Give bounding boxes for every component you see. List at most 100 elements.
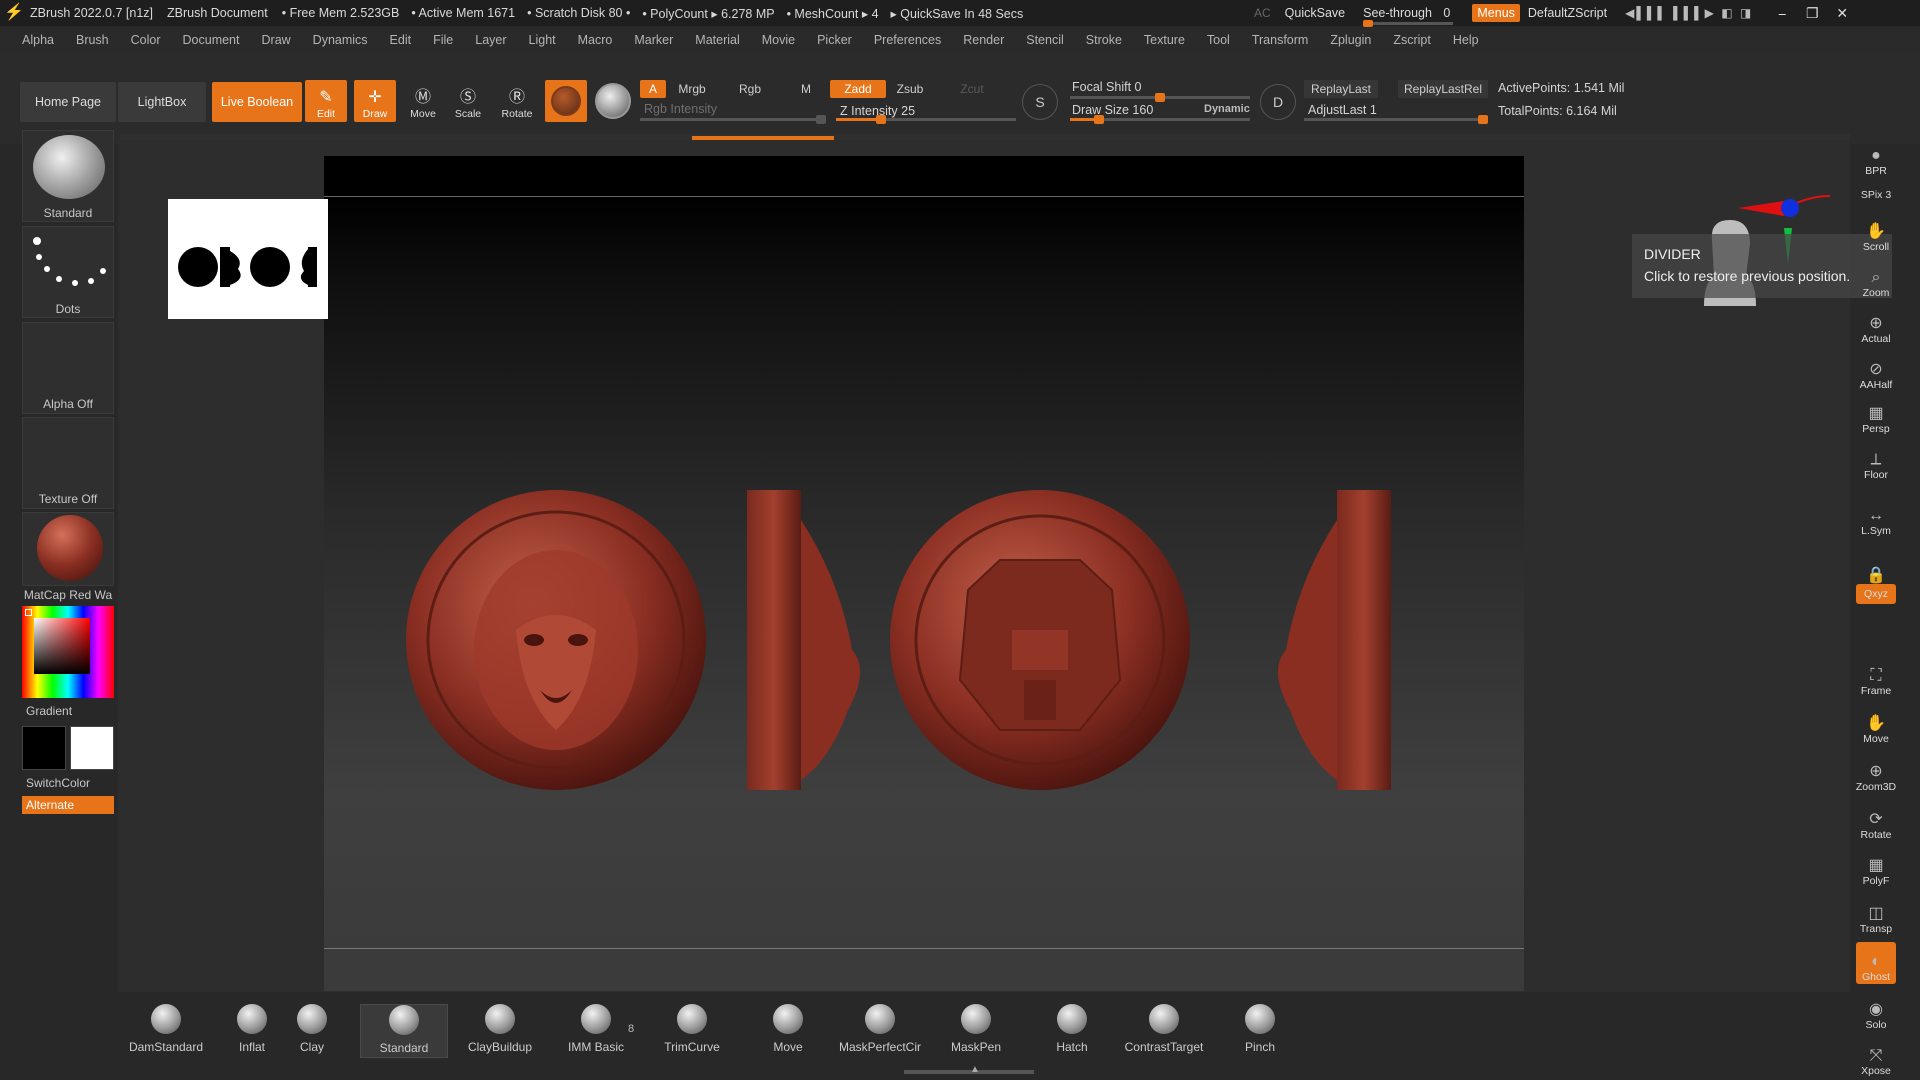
menu-document[interactable]: Document bbox=[183, 33, 240, 47]
menu-macro[interactable]: Macro bbox=[578, 33, 613, 47]
live-boolean-button[interactable]: Live Boolean bbox=[212, 82, 302, 122]
brush-imm-basic[interactable]: IMM Basic bbox=[552, 1004, 640, 1058]
view-spix-button[interactable]: SPix 3 bbox=[1856, 182, 1896, 202]
secondary-color-swatch[interactable] bbox=[70, 726, 114, 770]
menu-alpha[interactable]: Alpha bbox=[22, 33, 54, 47]
replay-last-button[interactable]: ReplayLast bbox=[1304, 80, 1378, 98]
material-sphere-button[interactable] bbox=[545, 80, 587, 122]
stroke-s-icon[interactable]: S bbox=[1022, 84, 1058, 120]
focal-shift-knob[interactable] bbox=[1155, 93, 1165, 102]
focal-shift-slider[interactable] bbox=[1070, 93, 1250, 102]
view-floor-button[interactable]: ⟂ Floor bbox=[1856, 440, 1896, 482]
view-aahalf-button[interactable]: ⊘ AAHalf bbox=[1856, 350, 1896, 392]
dynamic-toggle[interactable]: Dynamic bbox=[1204, 103, 1250, 115]
menu-color[interactable]: Color bbox=[131, 33, 161, 47]
default-zscript-button[interactable]: DefaultZScript bbox=[1528, 6, 1607, 20]
lion-medallion-side-right[interactable] bbox=[747, 490, 861, 790]
mrgb-toggle[interactable]: Mrgb bbox=[672, 80, 712, 98]
rgb-intensity-slider[interactable] bbox=[640, 115, 826, 124]
menu-stencil[interactable]: Stencil bbox=[1026, 33, 1064, 47]
view-xpose-button[interactable]: ⤧ Xpose bbox=[1856, 1036, 1896, 1078]
menus-toggle[interactable]: Menus bbox=[1472, 4, 1520, 22]
brush-standard[interactable]: Standard bbox=[360, 1004, 448, 1058]
draw-mode-button[interactable]: ✛ Draw bbox=[354, 80, 396, 122]
color-sphere-button[interactable] bbox=[592, 80, 634, 122]
brush-claybuildup[interactable]: ClayBuildup bbox=[456, 1004, 544, 1058]
menu-edit[interactable]: Edit bbox=[390, 33, 412, 47]
menu-material[interactable]: Material bbox=[695, 33, 739, 47]
z-axis-ball[interactable] bbox=[1781, 199, 1799, 217]
view-lock-button[interactable]: 🔒 bbox=[1856, 544, 1896, 586]
menu-movie[interactable]: Movie bbox=[762, 33, 795, 47]
minimize-button[interactable]: ⎯ bbox=[1767, 5, 1797, 22]
lightbox-button[interactable]: LightBox bbox=[118, 82, 206, 122]
draw-size-knob[interactable] bbox=[1093, 115, 1104, 124]
zsub-toggle[interactable]: Zsub bbox=[892, 80, 928, 98]
view-zoom3d-button[interactable]: ⊕ Zoom3D bbox=[1856, 752, 1896, 794]
view-actual-button[interactable]: ⊕ Actual bbox=[1856, 304, 1896, 346]
move-mode-button[interactable]: Ⓜ Move bbox=[402, 80, 444, 122]
lion-medallion-front[interactable] bbox=[406, 490, 706, 790]
menu-zplugin[interactable]: Zplugin bbox=[1330, 33, 1371, 47]
edit-mode-button[interactable]: ✎ Edit bbox=[305, 80, 347, 122]
layout-icons[interactable]: ◀▌▌▌ ▌▌▌▶ ◧ ◨ bbox=[1625, 6, 1753, 20]
lion-medallion-side-left[interactable] bbox=[1277, 490, 1391, 790]
rgb-toggle[interactable]: Rgb bbox=[732, 80, 768, 98]
m-toggle[interactable]: M bbox=[796, 80, 816, 98]
view-polyf-button[interactable]: ▦ PolyF bbox=[1856, 846, 1896, 888]
view-rotate-button[interactable]: ⟳ Rotate bbox=[1856, 800, 1896, 842]
replay-last-rel-button[interactable]: ReplayLastRel bbox=[1398, 80, 1488, 98]
bottom-divider-handle[interactable] bbox=[904, 1070, 1034, 1074]
view-lsym-button[interactable]: ↔ L.Sym bbox=[1856, 496, 1896, 538]
rotate-mode-button[interactable]: Ⓡ Rotate bbox=[496, 80, 538, 122]
view-frame-button[interactable]: ⛶ Frame bbox=[1856, 656, 1896, 698]
adjust-last-slider[interactable] bbox=[1304, 115, 1488, 124]
menu-file[interactable]: File bbox=[433, 33, 453, 47]
menu-transform[interactable]: Transform bbox=[1252, 33, 1309, 47]
close-button[interactable]: ✕ bbox=[1827, 5, 1857, 22]
menu-marker[interactable]: Marker bbox=[634, 33, 673, 47]
thumbnail-preview[interactable] bbox=[168, 199, 328, 319]
brush-pinch[interactable]: Pinch bbox=[1216, 1004, 1304, 1058]
brush-hatch[interactable]: Hatch bbox=[1028, 1004, 1116, 1058]
restore-button[interactable]: ❐ bbox=[1797, 5, 1827, 22]
menu-preferences[interactable]: Preferences bbox=[874, 33, 941, 47]
menu-tool[interactable]: Tool bbox=[1207, 33, 1230, 47]
menu-zscript[interactable]: Zscript bbox=[1393, 33, 1431, 47]
see-through-slider[interactable]: See-through 0 bbox=[1363, 6, 1454, 27]
menu-brush[interactable]: Brush bbox=[76, 33, 109, 47]
model-scene[interactable] bbox=[400, 480, 1400, 800]
z-intensity-knob[interactable] bbox=[876, 115, 886, 124]
menu-help[interactable]: Help bbox=[1453, 33, 1479, 47]
home-page-button[interactable]: Home Page bbox=[20, 82, 116, 122]
alternate-button[interactable]: Alternate bbox=[22, 796, 114, 814]
brush-trimcurve[interactable]: TrimCurve bbox=[648, 1004, 736, 1058]
brush-clay[interactable]: Clay bbox=[268, 1004, 356, 1058]
view-qxyz-button[interactable]: Qxyz bbox=[1856, 584, 1896, 604]
view-solo-button[interactable]: ◉ Solo bbox=[1856, 990, 1896, 1032]
brush-contrasttarget[interactable]: ContrastTarget bbox=[1120, 1004, 1208, 1058]
brush-maskpen[interactable]: MaskPen bbox=[932, 1004, 1020, 1058]
menu-light[interactable]: Light bbox=[529, 33, 556, 47]
stroke-d-icon[interactable]: D bbox=[1260, 84, 1296, 120]
menu-texture[interactable]: Texture bbox=[1144, 33, 1185, 47]
view-bpr-button[interactable]: ● BPR bbox=[1856, 136, 1896, 178]
main-color-swatch[interactable] bbox=[22, 726, 66, 770]
view-transp-button[interactable]: ◫ Transp bbox=[1856, 894, 1896, 936]
zcut-toggle[interactable]: Zcut bbox=[954, 80, 990, 98]
material-tile[interactable] bbox=[22, 512, 114, 586]
menu-draw[interactable]: Draw bbox=[262, 33, 291, 47]
menu-layer[interactable]: Layer bbox=[475, 33, 506, 47]
view-zoom-button[interactable]: ⌕ Zoom bbox=[1856, 258, 1896, 300]
a-toggle[interactable]: A bbox=[640, 80, 666, 98]
menu-dynamics[interactable]: Dynamics bbox=[313, 33, 368, 47]
menu-render[interactable]: Render bbox=[963, 33, 1004, 47]
scale-mode-button[interactable]: Ⓢ Scale bbox=[447, 80, 489, 122]
adjust-last-knob[interactable] bbox=[1478, 115, 1488, 124]
view-move-button[interactable]: ✋ Move bbox=[1856, 704, 1896, 746]
brush-move[interactable]: Move bbox=[744, 1004, 832, 1058]
switch-color-button[interactable]: SwitchColor bbox=[26, 776, 90, 790]
view-scroll-button[interactable]: ✋ Scroll bbox=[1856, 212, 1896, 254]
view-ghost-button[interactable]: ◐ Ghost bbox=[1856, 942, 1896, 984]
brush-maskperfectcir[interactable]: MaskPerfectCir bbox=[836, 1004, 924, 1058]
